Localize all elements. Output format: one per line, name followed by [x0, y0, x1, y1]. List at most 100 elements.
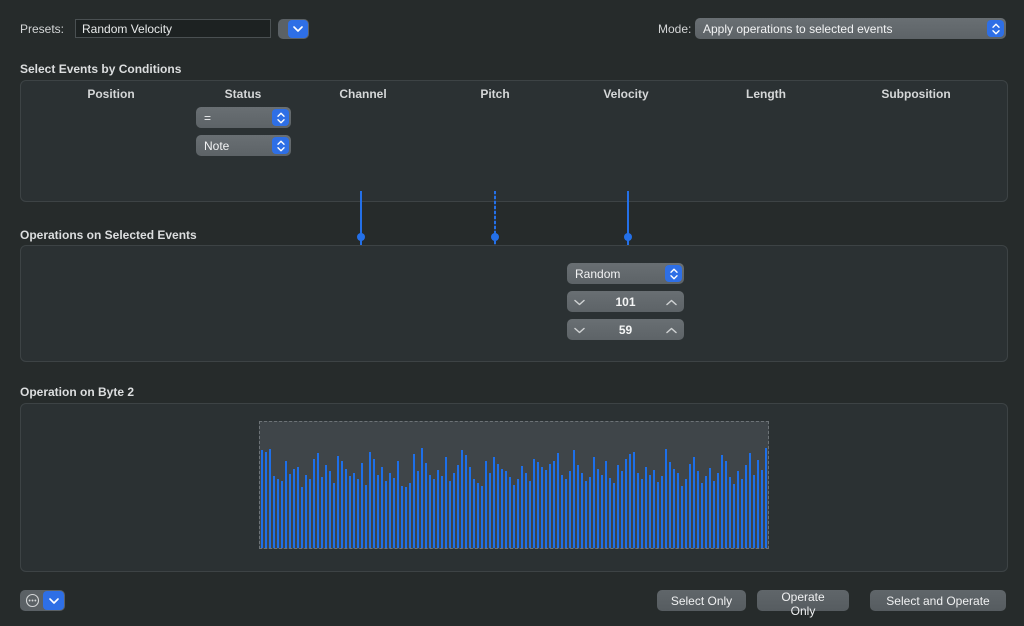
velocity-bar — [585, 481, 587, 548]
velocity-bar — [685, 479, 687, 548]
velocity-bar — [589, 477, 591, 548]
velocity-connector-dot[interactable] — [624, 233, 632, 241]
velocity-bar — [297, 467, 299, 548]
velocity-bar — [625, 459, 627, 548]
velocity-bar — [413, 454, 415, 548]
velocity-bar — [745, 465, 747, 548]
velocity-bar — [345, 469, 347, 548]
ellipsis-circle-icon — [20, 590, 44, 611]
column-header-length: Length — [746, 87, 786, 101]
presets-menu-button[interactable] — [278, 19, 309, 39]
velocity-bar — [469, 467, 471, 548]
velocity-bar — [629, 454, 631, 548]
conditions-section-title: Select Events by Conditions — [20, 62, 181, 76]
conditions-box — [20, 80, 1008, 202]
velocity-bar — [509, 477, 511, 548]
stepper-decrement-icon[interactable] — [574, 293, 585, 311]
velocity-bar — [613, 483, 615, 548]
velocity-bar — [581, 473, 583, 548]
velocity-bar — [481, 486, 483, 549]
velocity-bar — [633, 452, 635, 548]
midi-transform-window: Presets: Mode: Apply operations to selec… — [0, 0, 1024, 626]
velocity-bar — [749, 453, 751, 548]
velocity-operation-popup[interactable]: Random — [567, 263, 684, 284]
operations-section-title: Operations on Selected Events — [20, 228, 197, 242]
velocity-bar — [609, 478, 611, 548]
byte2-section-title: Operation on Byte 2 — [20, 385, 134, 399]
velocity-bar — [317, 453, 319, 548]
velocity-bar — [661, 476, 663, 548]
velocity-bar — [285, 461, 287, 548]
velocity-bar — [441, 476, 443, 548]
pitch-connector-dot[interactable] — [491, 233, 499, 241]
random-max-stepper[interactable]: 101 — [567, 291, 684, 312]
velocity-bar — [705, 476, 707, 548]
velocity-bar — [765, 448, 767, 548]
channel-connector-dot[interactable] — [357, 233, 365, 241]
velocity-bar — [757, 460, 759, 548]
velocity-histogram[interactable] — [259, 421, 769, 549]
velocity-bar — [605, 461, 607, 548]
status-operator-popup[interactable]: = — [196, 107, 291, 128]
presets-input[interactable] — [75, 19, 271, 38]
column-header-subposition: Subposition — [881, 87, 950, 101]
velocity-bar — [721, 455, 723, 548]
velocity-bar — [261, 450, 263, 548]
velocity-bar — [729, 477, 731, 548]
velocity-bar — [621, 471, 623, 548]
velocity-bar — [713, 481, 715, 548]
velocity-bar — [665, 449, 667, 548]
velocity-bar — [573, 450, 575, 548]
column-header-position: Position — [87, 87, 134, 101]
velocity-bar — [601, 475, 603, 548]
select-only-button[interactable]: Select Only — [657, 590, 746, 611]
velocity-bar — [369, 452, 371, 548]
status-value-popup[interactable]: Note — [196, 135, 291, 156]
velocity-bar — [281, 481, 283, 548]
velocity-bar — [385, 481, 387, 548]
stepper-increment-icon[interactable] — [666, 293, 677, 311]
operate-only-button[interactable]: Operate Only — [757, 590, 849, 611]
velocity-bar — [305, 475, 307, 548]
velocity-bar — [365, 485, 367, 548]
up-down-chevron-icon — [272, 109, 289, 126]
random-min-stepper[interactable]: 59 — [567, 319, 684, 340]
velocity-bar — [593, 457, 595, 548]
action-menu-button[interactable] — [20, 590, 65, 611]
velocity-bar — [433, 479, 435, 548]
velocity-bar — [277, 479, 279, 548]
velocity-bar — [653, 470, 655, 548]
velocity-bar — [417, 471, 419, 548]
velocity-bar — [709, 468, 711, 548]
velocity-bar — [465, 455, 467, 548]
velocity-bar — [641, 479, 643, 548]
velocity-bar — [529, 481, 531, 548]
velocity-bar — [429, 475, 431, 548]
stepper-increment-icon[interactable] — [666, 321, 677, 339]
velocity-bar — [521, 466, 523, 548]
velocity-bar — [293, 469, 295, 548]
velocity-bar — [333, 483, 335, 548]
velocity-bar — [325, 465, 327, 548]
velocity-bar — [397, 461, 399, 548]
velocity-bar — [553, 461, 555, 548]
velocity-bar — [681, 486, 683, 549]
velocity-bar — [753, 475, 755, 548]
velocity-bar — [361, 463, 363, 548]
up-down-chevron-icon — [272, 137, 289, 154]
velocity-bar — [473, 479, 475, 548]
mode-popup[interactable]: Apply operations to selected events — [695, 18, 1006, 39]
select-and-operate-button[interactable]: Select and Operate — [870, 590, 1006, 611]
velocity-bar — [301, 487, 303, 549]
velocity-bar — [409, 483, 411, 548]
velocity-bar — [701, 483, 703, 548]
velocity-bar — [329, 471, 331, 548]
velocity-operation-value: Random — [575, 267, 620, 281]
velocity-bar — [389, 473, 391, 548]
velocity-bar — [569, 471, 571, 548]
column-header-pitch: Pitch — [480, 87, 509, 101]
velocity-bar — [741, 479, 743, 548]
velocity-bar — [737, 471, 739, 548]
velocity-bar — [645, 467, 647, 548]
stepper-decrement-icon[interactable] — [574, 321, 585, 339]
